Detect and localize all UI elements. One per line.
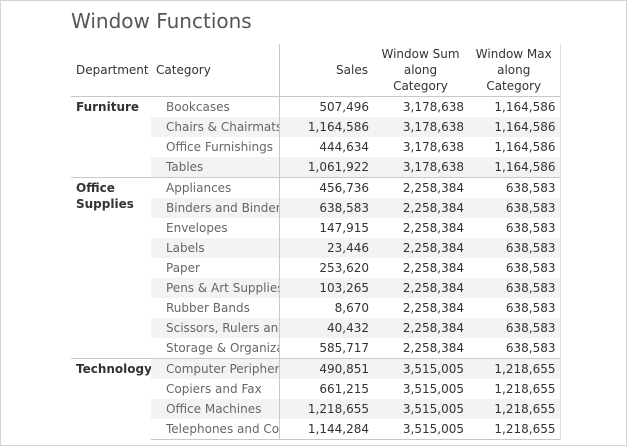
category-cell[interactable]: Copiers and Fax [151,379,280,399]
window-max-cell[interactable]: 638,583 [468,177,561,198]
window-sum-cell[interactable]: 3,178,638 [373,137,468,157]
sales-cell[interactable]: 23,446 [279,238,373,258]
category-cell[interactable]: Office Furnishings [151,137,280,157]
table-body: Furniture Bookcases 507,496 3,178,638 1,164,… [71,96,561,440]
window-max-cell[interactable]: 1,164,586 [468,137,561,157]
category-cell[interactable]: Appliances [151,177,280,198]
window-max-cell[interactable]: 1,218,655 [468,419,561,440]
header-window-sum[interactable]: Window Sum along Category [373,44,468,97]
header-category[interactable]: Category [151,44,280,97]
window-sum-cell[interactable]: 3,515,005 [373,399,468,419]
department-cell[interactable]: Office Supplies [71,177,151,359]
department-label-line1: Technology [76,362,151,376]
department-label-line1: Office [76,181,115,195]
category-cell[interactable]: Pens & Art Supplies [151,278,280,298]
window-sum-cell[interactable]: 3,515,005 [373,358,468,379]
sales-cell[interactable]: 661,215 [279,379,373,399]
window-max-cell[interactable]: 1,218,655 [468,399,561,419]
sales-cell[interactable]: 147,915 [279,218,373,238]
window-max-cell[interactable]: 638,583 [468,278,561,298]
crosstab-table: Department Category Sales Window Sum alo… [71,44,561,440]
window-max-cell[interactable]: 1,164,586 [468,96,561,117]
category-cell[interactable]: Chairs & Chairmats [151,117,280,137]
category-cell[interactable]: Labels [151,238,280,258]
window-sum-cell[interactable]: 2,258,384 [373,338,468,359]
category-cell[interactable]: Binders and Binder .. [151,198,280,218]
window-sum-cell[interactable]: 2,258,384 [373,238,468,258]
category-cell[interactable]: Paper [151,258,280,278]
window-max-cell[interactable]: 638,583 [468,338,561,359]
header-department[interactable]: Department [71,44,151,97]
header-window-max[interactable]: Window Max along Category [468,44,561,97]
window-max-cell[interactable]: 638,583 [468,198,561,218]
sales-cell[interactable]: 638,583 [279,198,373,218]
department-cell[interactable]: Furniture [71,96,151,178]
window-sum-cell[interactable]: 3,515,005 [373,379,468,399]
header-window-sum-line1: Window Sum [381,47,460,61]
window-sum-cell[interactable]: 2,258,384 [373,318,468,338]
header-window-max-line1: Window Max [475,47,552,61]
window-max-cell[interactable]: 638,583 [468,318,561,338]
table-row: Furniture Bookcases 507,496 3,178,638 1,164,… [71,96,561,178]
table-row: Office Supplies Appliances 456,736 2,258,384… [71,177,561,359]
header-window-max-line2: along Category [486,63,542,93]
department-cell[interactable]: Technology [71,358,151,440]
sales-cell[interactable]: 253,620 [279,258,373,278]
sales-cell[interactable]: 507,496 [279,96,373,117]
category-cell[interactable]: Storage & Organizat.. [151,338,280,359]
worksheet-frame: Window Functions Department Category Sal… [0,0,627,446]
sheet-title: Window Functions [71,9,252,33]
category-cell[interactable]: Envelopes [151,218,280,238]
window-max-cell[interactable]: 638,583 [468,218,561,238]
sales-cell[interactable]: 490,851 [279,358,373,379]
sales-cell[interactable]: 1,061,922 [279,157,373,178]
window-sum-cell[interactable]: 3,178,638 [373,117,468,137]
header-window-sum-line2: along Category [393,63,448,93]
category-cell[interactable]: Scissors, Rulers and .. [151,318,280,338]
category-cell[interactable]: Telephones and Com.. [151,419,280,440]
category-cell[interactable]: Tables [151,157,280,178]
category-cell[interactable]: Office Machines [151,399,280,419]
window-sum-cell[interactable]: 2,258,384 [373,278,468,298]
window-max-cell[interactable]: 1,164,586 [468,157,561,178]
sales-cell[interactable]: 40,432 [279,318,373,338]
header-sales[interactable]: Sales [279,44,373,97]
window-max-cell[interactable]: 1,218,655 [468,358,561,379]
window-max-cell[interactable]: 1,218,655 [468,379,561,399]
sales-cell[interactable]: 1,164,586 [279,117,373,137]
window-sum-cell[interactable]: 3,178,638 [373,157,468,178]
window-sum-cell[interactable]: 3,515,005 [373,419,468,440]
sales-cell[interactable]: 1,144,284 [279,419,373,440]
category-cell[interactable]: Computer Periphera.. [151,358,280,379]
header-row: Department Category Sales Window Sum alo… [71,44,561,97]
window-max-cell[interactable]: 638,583 [468,258,561,278]
department-label-line2: Supplies [76,197,134,211]
category-cell[interactable]: Bookcases [151,96,280,117]
window-max-cell[interactable]: 638,583 [468,298,561,318]
window-sum-cell[interactable]: 2,258,384 [373,298,468,318]
table-row: TechnologyComputer Periphera..490,8513,5… [71,358,561,440]
sales-cell[interactable]: 456,736 [279,177,373,198]
window-sum-cell[interactable]: 2,258,384 [373,218,468,238]
sales-cell[interactable]: 1,218,655 [279,399,373,419]
window-max-cell[interactable]: 1,164,586 [468,117,561,137]
window-max-cell[interactable]: 638,583 [468,238,561,258]
window-sum-cell[interactable]: 3,178,638 [373,96,468,117]
department-label-line1: Furniture [76,100,140,114]
sales-cell[interactable]: 444,634 [279,137,373,157]
window-sum-cell[interactable]: 2,258,384 [373,177,468,198]
sales-cell[interactable]: 585,717 [279,338,373,359]
sales-cell[interactable]: 8,670 [279,298,373,318]
sales-cell[interactable]: 103,265 [279,278,373,298]
window-sum-cell[interactable]: 2,258,384 [373,198,468,218]
category-cell[interactable]: Rubber Bands [151,298,280,318]
window-sum-cell[interactable]: 2,258,384 [373,258,468,278]
